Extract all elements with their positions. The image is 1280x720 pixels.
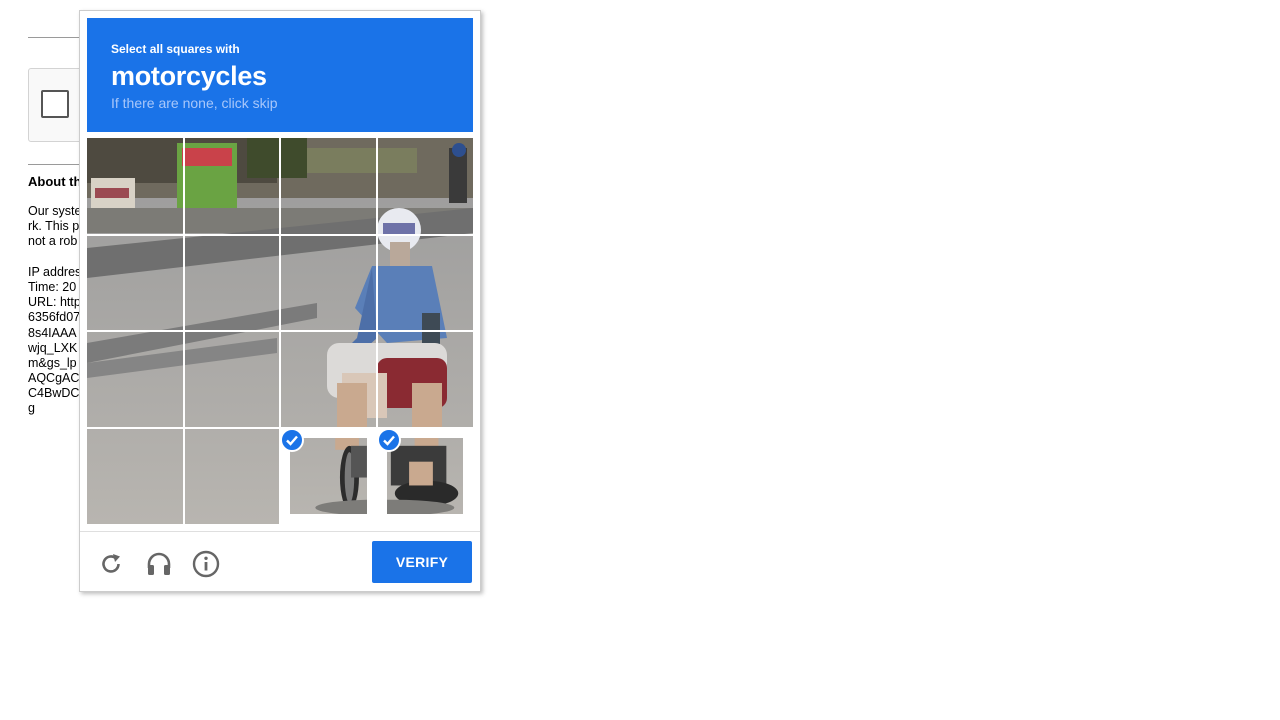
tile-image (183, 331, 280, 428)
tile-image (280, 138, 377, 235)
about-text-line (28, 250, 82, 265)
captcha-tile-r2c2[interactable] (183, 234, 280, 331)
about-text-line: C4BwDC (28, 386, 80, 401)
tile-image (183, 138, 280, 235)
grid-line (375, 138, 378, 524)
about-text-line: 8s4IAAA (28, 325, 77, 340)
recaptcha-challenge: Select all squares with motorcycles If t… (79, 10, 481, 592)
grid-line (87, 426, 473, 429)
captcha-tile-r4c4[interactable] (376, 427, 473, 524)
captcha-tile-r2c3[interactable] (280, 234, 377, 331)
captcha-tile-r3c3[interactable] (280, 331, 377, 428)
target-object: motorcycles (111, 61, 267, 91)
about-text-line: IP addres (28, 264, 82, 279)
selected-check-icon (280, 427, 304, 452)
captcha-tile-r3c1[interactable] (87, 331, 184, 428)
footer-divider (80, 531, 480, 532)
about-text-line: wjq_LXK (28, 340, 78, 355)
image-grid (87, 138, 473, 524)
tile-image (376, 234, 473, 331)
about-text-line: g (28, 401, 35, 416)
about-text-line: rk. This p (28, 219, 80, 234)
tile-image (87, 234, 184, 331)
about-heading: About th (28, 174, 82, 189)
captcha-tile-r2c1[interactable] (87, 234, 184, 331)
grid-line (87, 330, 473, 332)
tile-image (376, 331, 473, 428)
captcha-tile-r1c1[interactable] (87, 138, 184, 235)
captcha-tile-r4c3[interactable] (280, 427, 377, 524)
instruction-text: Select all squares with (111, 42, 240, 56)
challenge-header: Select all squares with motorcycles If t… (87, 18, 473, 132)
verify-button[interactable]: VERIFY (372, 541, 472, 583)
captcha-tile-r4c2[interactable] (183, 427, 280, 524)
selected-check-icon (376, 427, 401, 452)
tile-image (280, 234, 377, 331)
about-text: Our syste rk. This p not a rob IP addres Tim… (28, 204, 82, 417)
info-icon[interactable] (191, 549, 221, 579)
captcha-tile-r1c4[interactable] (376, 138, 473, 235)
tile-image (280, 331, 377, 428)
headphones-icon[interactable] (144, 549, 174, 579)
tile-image (376, 138, 473, 235)
tile-image (183, 427, 280, 524)
about-text-line: AQCgAC (28, 371, 80, 386)
about-text-line: Time: 20 (28, 279, 77, 294)
tile-image (87, 331, 184, 428)
skip-hint: If there are none, click skip (111, 95, 278, 111)
about-text-line: 6356fd07 (28, 310, 81, 325)
captcha-tile-r1c3[interactable] (280, 138, 377, 235)
captcha-tile-r3c2[interactable] (183, 331, 280, 428)
captcha-tile-r2c4[interactable] (376, 234, 473, 331)
captcha-tile-r4c1[interactable] (87, 427, 184, 524)
tile-image (183, 234, 280, 331)
im-not-a-robot-checkbox[interactable] (41, 90, 69, 118)
about-text-line: URL: http (28, 295, 81, 310)
captcha-tile-r1c2[interactable] (183, 138, 280, 235)
reload-icon[interactable] (96, 549, 126, 579)
tile-image (87, 427, 184, 524)
about-text-line: Our syste (28, 204, 82, 218)
about-text-line: not a rob (28, 234, 78, 249)
captcha-tile-r3c4[interactable] (376, 331, 473, 428)
about-text-line: m&gs_lp (28, 355, 77, 370)
tile-image (87, 138, 184, 235)
